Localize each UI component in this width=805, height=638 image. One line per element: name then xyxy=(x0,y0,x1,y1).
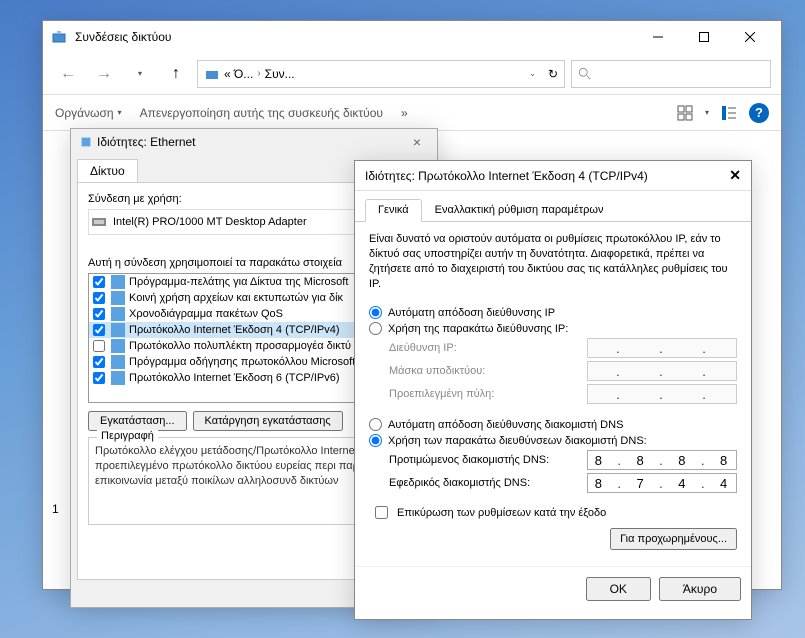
protocol-label: Κοινή χρήση αρχείων και εκτυπωτών για δί… xyxy=(129,292,343,304)
dialog-titlebar[interactable]: Ιδιότητες: Ethernet × xyxy=(71,129,437,155)
view-dropdown[interactable]: ▾ xyxy=(705,108,709,117)
protocol-icon xyxy=(111,339,125,353)
disable-device-button[interactable]: Απενεργοποίηση αυτής της συσκευής δικτύο… xyxy=(140,106,383,120)
gateway-label: Προεπιλεγμένη πύλη: xyxy=(389,388,587,400)
protocol-icon xyxy=(111,323,125,337)
adapter-icon xyxy=(91,214,107,230)
gateway-input: ... xyxy=(587,384,737,404)
address-bar[interactable]: « Ό... › Συν... ⌄ ↻ xyxy=(197,60,565,88)
protocol-label: Χρονοδιάγραμμα πακέτων QoS xyxy=(129,308,283,320)
tab-network[interactable]: Δίκτυο xyxy=(77,159,138,182)
uninstall-button[interactable]: Κατάργηση εγκατάστασης xyxy=(193,411,343,431)
protocol-checkbox[interactable] xyxy=(93,340,105,352)
recent-dropdown[interactable]: ▾ xyxy=(125,59,155,89)
protocol-label: Πρόγραμμα οδήγησης πρωτοκόλλου Microsoft xyxy=(129,356,355,368)
protocol-icon xyxy=(111,371,125,385)
dialog-title: Ιδιότητες: Πρωτόκολλο Internet Έκδοση 4 … xyxy=(365,169,729,183)
protocol-checkbox[interactable] xyxy=(93,372,105,384)
protocol-icon xyxy=(111,355,125,369)
dialog-titlebar[interactable]: Ιδιότητες: Πρωτόκολλο Internet Έκδοση 4 … xyxy=(355,161,751,191)
breadcrumb-part[interactable]: « Ό... xyxy=(224,67,253,81)
protocol-icon xyxy=(111,307,125,321)
info-text: Είναι δυνατό να οριστούν αυτόματα οι ρυθ… xyxy=(369,232,737,291)
protocol-checkbox[interactable] xyxy=(93,324,105,336)
back-button[interactable]: ← xyxy=(53,59,83,89)
dialog-title: Ιδιότητες: Ethernet xyxy=(97,135,405,149)
protocol-icon xyxy=(111,275,125,289)
subnet-label: Μάσκα υποδικτύου: xyxy=(389,365,587,377)
cancel-button[interactable]: Άκυρο xyxy=(659,577,741,601)
dns-alternate-label: Εφεδρικός διακομιστής DNS: xyxy=(389,477,587,489)
advanced-button[interactable]: Για προχωρημένους... xyxy=(610,528,737,550)
nav-toolbar: ← → ▾ ↑ « Ό... › Συν... ⌄ ↻ xyxy=(43,53,781,95)
ethernet-icon xyxy=(79,135,93,149)
protocol-label: Πρωτόκολλο Internet Έκδοση 6 (TCP/IPv6) xyxy=(129,372,340,384)
protocol-label: Πρόγραμμα-πελάτης για Δίκτυα της Microso… xyxy=(129,276,348,288)
protocol-label: Πρωτόκολλο Internet Έκδοση 4 (TCP/IPv4) xyxy=(129,324,340,336)
help-button[interactable]: ? xyxy=(749,103,769,123)
close-button[interactable]: × xyxy=(405,134,429,150)
ip-auto-label[interactable]: Αυτόματη απόδοση διεύθυνσης IP xyxy=(388,307,555,319)
ip-manual-radio[interactable] xyxy=(369,322,382,335)
dns-alternate-input[interactable]: 8.7.4.4 xyxy=(587,473,737,493)
search-icon xyxy=(578,67,592,81)
ip-manual-label[interactable]: Χρήση της παρακάτω διεύθυνσης IP: xyxy=(388,323,568,335)
item-counter: 1 xyxy=(52,502,59,516)
organize-menu[interactable]: Οργάνωση ▾ xyxy=(55,106,122,120)
address-dropdown[interactable]: ⌄ xyxy=(529,69,536,78)
protocol-checkbox[interactable] xyxy=(93,308,105,320)
view-details[interactable] xyxy=(719,103,739,123)
dns-preferred-input[interactable]: 8.8.8.8 xyxy=(587,450,737,470)
dns-preferred-label: Προτιμώμενος διακομιστής DNS: xyxy=(389,454,587,466)
protocol-label: Πρωτόκολλο πολυπλέκτη προσαρμογέα δικτύ xyxy=(129,340,351,352)
window-title: Συνδέσεις δικτύου xyxy=(75,30,635,44)
validate-checkbox[interactable] xyxy=(375,506,388,519)
protocol-checkbox[interactable] xyxy=(93,356,105,368)
dns-auto-radio[interactable] xyxy=(369,418,382,431)
dns-auto-label[interactable]: Αυτόματη απόδοση διεύθυνσης διακομιστή D… xyxy=(388,419,623,431)
validate-label[interactable]: Επικύρωση των ρυθμίσεων κατά την έξοδο xyxy=(397,507,606,519)
tab-general[interactable]: Γενικά xyxy=(365,199,422,222)
location-icon xyxy=(204,66,220,82)
subnet-input: ... xyxy=(587,361,737,381)
forward-button[interactable]: → xyxy=(89,59,119,89)
up-button[interactable]: ↑ xyxy=(161,59,191,89)
refresh-button[interactable]: ↻ xyxy=(548,67,558,81)
command-bar: Οργάνωση ▾ Απενεργοποίηση αυτής της συσκ… xyxy=(43,95,781,131)
protocol-checkbox[interactable] xyxy=(93,276,105,288)
chevron-right-icon: › xyxy=(257,68,260,79)
dns-manual-label[interactable]: Χρήση των παρακάτω διευθύνσεων διακομιστ… xyxy=(388,435,647,447)
ip-auto-radio[interactable] xyxy=(369,306,382,319)
protocol-checkbox[interactable] xyxy=(93,292,105,304)
search-input[interactable] xyxy=(571,60,771,88)
ipv4-properties-dialog: Ιδιότητες: Πρωτόκολλο Internet Έκδοση 4 … xyxy=(354,160,752,620)
description-label: Περιγραφή xyxy=(97,430,158,442)
tab-alternate[interactable]: Εναλλακτική ρύθμιση παραμέτρων xyxy=(422,199,617,221)
maximize-button[interactable] xyxy=(681,22,727,52)
close-button[interactable] xyxy=(727,22,773,52)
close-button[interactable]: ✕ xyxy=(729,167,741,184)
ok-button[interactable]: OK xyxy=(586,577,651,601)
adapter-name: Intel(R) PRO/1000 MT Desktop Adapter xyxy=(113,216,307,228)
minimize-button[interactable] xyxy=(635,22,681,52)
install-button[interactable]: Εγκατάσταση... xyxy=(88,411,187,431)
breadcrumb-part[interactable]: Συν... xyxy=(265,67,295,81)
dns-manual-radio[interactable] xyxy=(369,434,382,447)
window-icon xyxy=(51,29,67,45)
protocol-icon xyxy=(111,291,125,305)
view-large-icons[interactable] xyxy=(675,103,695,123)
titlebar[interactable]: Συνδέσεις δικτύου xyxy=(43,21,781,53)
ip-address-input: ... xyxy=(587,338,737,358)
more-commands[interactable]: » xyxy=(401,106,408,120)
ip-address-label: Διεύθυνση IP: xyxy=(389,342,587,354)
